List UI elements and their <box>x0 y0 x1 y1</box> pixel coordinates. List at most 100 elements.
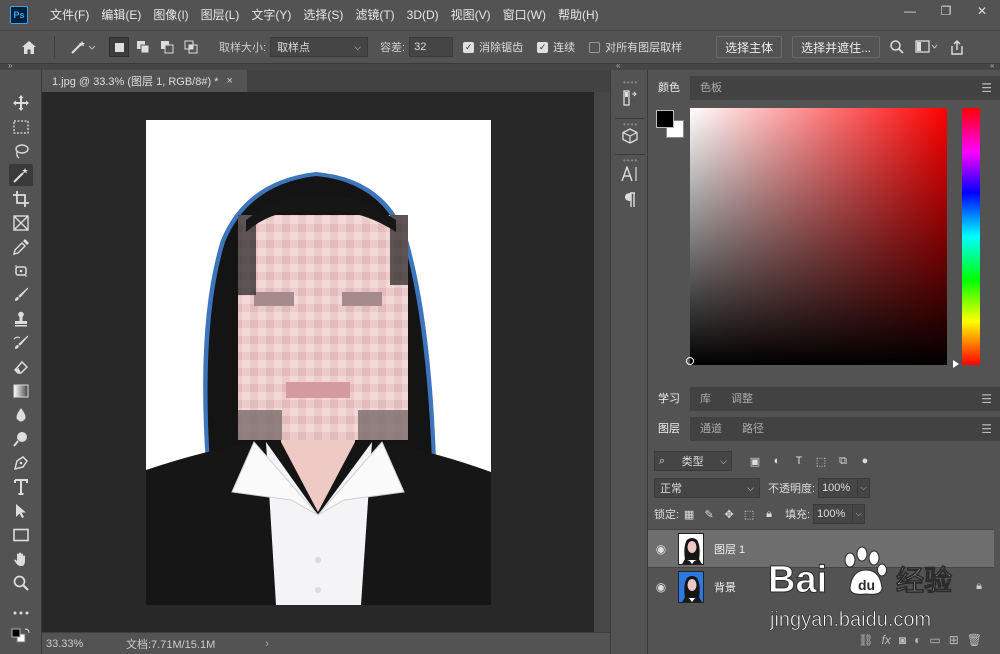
status-menu-arrow[interactable]: › <box>265 638 269 650</box>
filter-toggle-icon[interactable]: ● <box>854 455 876 467</box>
new-group-icon[interactable]: ▭ <box>929 633 940 647</box>
blur-tool-icon[interactable] <box>9 404 33 426</box>
select-and-mask-button[interactable]: 选择并遮住... <box>792 36 881 58</box>
document-canvas[interactable] <box>146 120 491 605</box>
menu-window[interactable]: 窗口(W) <box>497 0 552 30</box>
layer-style-icon[interactable]: fx <box>882 633 891 647</box>
document-tab[interactable]: 1.jpg @ 33.3% (图层 1, RGB/8#) * × <box>42 70 247 92</box>
add-selection-mode[interactable] <box>133 37 153 57</box>
lock-transparent-pixels-icon[interactable]: ▦ <box>679 508 699 521</box>
panel-menu-icon[interactable]: ☰ <box>981 417 992 441</box>
shape-filter-icon[interactable]: ⬚ <box>810 455 832 468</box>
crop-tool-icon[interactable] <box>9 188 33 210</box>
tolerance-input[interactable]: 32 <box>409 37 454 57</box>
add-mask-icon[interactable]: ◙ <box>899 633 906 647</box>
saturation-brightness-field[interactable] <box>690 108 947 365</box>
tab-learn[interactable]: 学习 <box>648 387 690 411</box>
frame-tool-icon[interactable] <box>9 212 33 234</box>
search-icon[interactable] <box>888 40 906 54</box>
tab-libraries[interactable]: 库 <box>690 387 721 411</box>
type-tool-icon[interactable] <box>9 476 33 498</box>
menu-edit[interactable]: 编辑(E) <box>95 0 147 30</box>
blend-mode-select[interactable]: 正常 ⌵ <box>654 478 760 498</box>
share-icon[interactable] <box>948 39 966 55</box>
menu-help[interactable]: 帮助(H) <box>552 0 605 30</box>
menu-image[interactable]: 图像(I) <box>147 0 194 30</box>
3d-panel-icon[interactable] <box>620 126 640 146</box>
menu-type[interactable]: 文字(Y) <box>245 0 297 30</box>
layer-filter-select[interactable]: ⌕ 类型 ⌵ <box>654 451 732 471</box>
delete-layer-icon[interactable]: 🗑︎ <box>967 633 982 647</box>
collapse-chevron-icon[interactable]: « <box>990 61 994 70</box>
menu-filter[interactable]: 滤镜(T) <box>349 0 400 30</box>
eraser-tool-icon[interactable] <box>9 356 33 378</box>
pixel-filter-icon[interactable]: ▣ <box>744 455 766 468</box>
history-panel-icon[interactable] <box>620 88 640 108</box>
restore-button[interactable]: ❐ <box>938 4 954 18</box>
tab-adjustments[interactable]: 调整 <box>721 387 763 411</box>
tab-channels[interactable]: 通道 <box>690 417 732 441</box>
lock-all-icon[interactable]: 🔒︎ <box>759 508 779 521</box>
tab-swatches[interactable]: 色板 <box>690 76 732 100</box>
menu-view[interactable]: 视图(V) <box>445 0 497 30</box>
visibility-eye-icon[interactable]: ◉ <box>648 542 674 556</box>
lock-position-icon[interactable]: ✥ <box>719 508 739 521</box>
type-filter-icon[interactable]: T <box>788 455 810 467</box>
rectangle-tool-icon[interactable] <box>9 524 33 546</box>
path-selection-tool-icon[interactable] <box>9 500 33 522</box>
eyedropper-tool-icon[interactable] <box>9 236 33 258</box>
minimize-button[interactable]: — <box>902 4 918 18</box>
foreground-background-swatch[interactable] <box>656 110 686 140</box>
healing-brush-tool-icon[interactable] <box>9 260 33 282</box>
lasso-tool-icon[interactable] <box>9 140 33 162</box>
new-layer-icon[interactable]: ⊞ <box>949 633 959 647</box>
foreground-color-swatch[interactable] <box>656 110 674 128</box>
adjustment-filter-icon[interactable]: ◐ <box>766 455 788 467</box>
panel-menu-icon[interactable]: ☰ <box>981 76 992 100</box>
tab-layers[interactable]: 图层 <box>648 417 690 441</box>
anti-alias-checkbox[interactable]: ✓ 消除锯齿 <box>463 39 523 55</box>
collapse-chevron-icon[interactable]: « <box>616 61 620 70</box>
magic-wand-tool-preset-icon[interactable] <box>65 39 101 55</box>
tab-color[interactable]: 颜色 <box>648 76 690 100</box>
workspace-icon[interactable] <box>914 40 940 54</box>
tab-paths[interactable]: 路径 <box>732 417 774 441</box>
zoom-level[interactable]: 33.33% <box>46 638 86 650</box>
lock-artboard-icon[interactable]: ⬚ <box>739 508 759 521</box>
zoom-tool-icon[interactable] <box>9 572 33 594</box>
rectangle-marquee-tool-icon[interactable] <box>9 116 33 138</box>
clone-stamp-tool-icon[interactable] <box>9 308 33 330</box>
magic-wand-tool-icon[interactable] <box>9 164 33 186</box>
menu-3d[interactable]: 3D(D) <box>401 0 445 30</box>
gradient-tool-icon[interactable] <box>9 380 33 402</box>
history-brush-tool-icon[interactable] <box>9 332 33 354</box>
select-subject-button[interactable]: 选择主体 <box>716 36 783 58</box>
hand-tool-icon[interactable] <box>9 548 33 570</box>
sample-size-select[interactable]: 取样点 ⌵ <box>270 37 369 57</box>
hue-slider[interactable] <box>962 108 980 365</box>
intersect-selection-mode[interactable] <box>181 37 201 57</box>
menu-file[interactable]: 文件(F) <box>44 0 95 30</box>
move-tool-icon[interactable] <box>9 92 33 114</box>
dodge-tool-icon[interactable] <box>9 428 33 450</box>
contiguous-checkbox[interactable]: ✓ 连续 <box>537 39 575 55</box>
close-button[interactable]: ✕ <box>974 4 990 18</box>
menu-select[interactable]: 选择(S) <box>297 0 349 30</box>
menu-layer[interactable]: 图层(L) <box>195 0 246 30</box>
vertical-scrollbar[interactable] <box>594 92 610 632</box>
character-panel-icon[interactable] <box>620 164 640 184</box>
sample-all-layers-checkbox[interactable]: 对所有图层取样 <box>589 39 682 55</box>
pen-tool-icon[interactable] <box>9 452 33 474</box>
new-adjustment-layer-icon[interactable]: ◐ <box>914 633 921 647</box>
foreground-background-colors-icon[interactable] <box>9 626 33 646</box>
chevron-down-icon[interactable]: ⌵ <box>853 504 866 524</box>
close-tab-icon[interactable]: × <box>226 75 232 87</box>
collapse-chevron-icon[interactable]: » <box>8 61 12 70</box>
link-layers-icon[interactable]: ⛓ <box>858 633 873 647</box>
color-picker-marker[interactable] <box>686 357 694 365</box>
more-tools-icon[interactable] <box>9 602 33 624</box>
hue-slider-marker[interactable] <box>953 360 959 368</box>
new-selection-mode[interactable] <box>109 37 129 57</box>
paragraph-panel-icon[interactable] <box>620 190 640 210</box>
canvas-area[interactable] <box>42 92 594 632</box>
